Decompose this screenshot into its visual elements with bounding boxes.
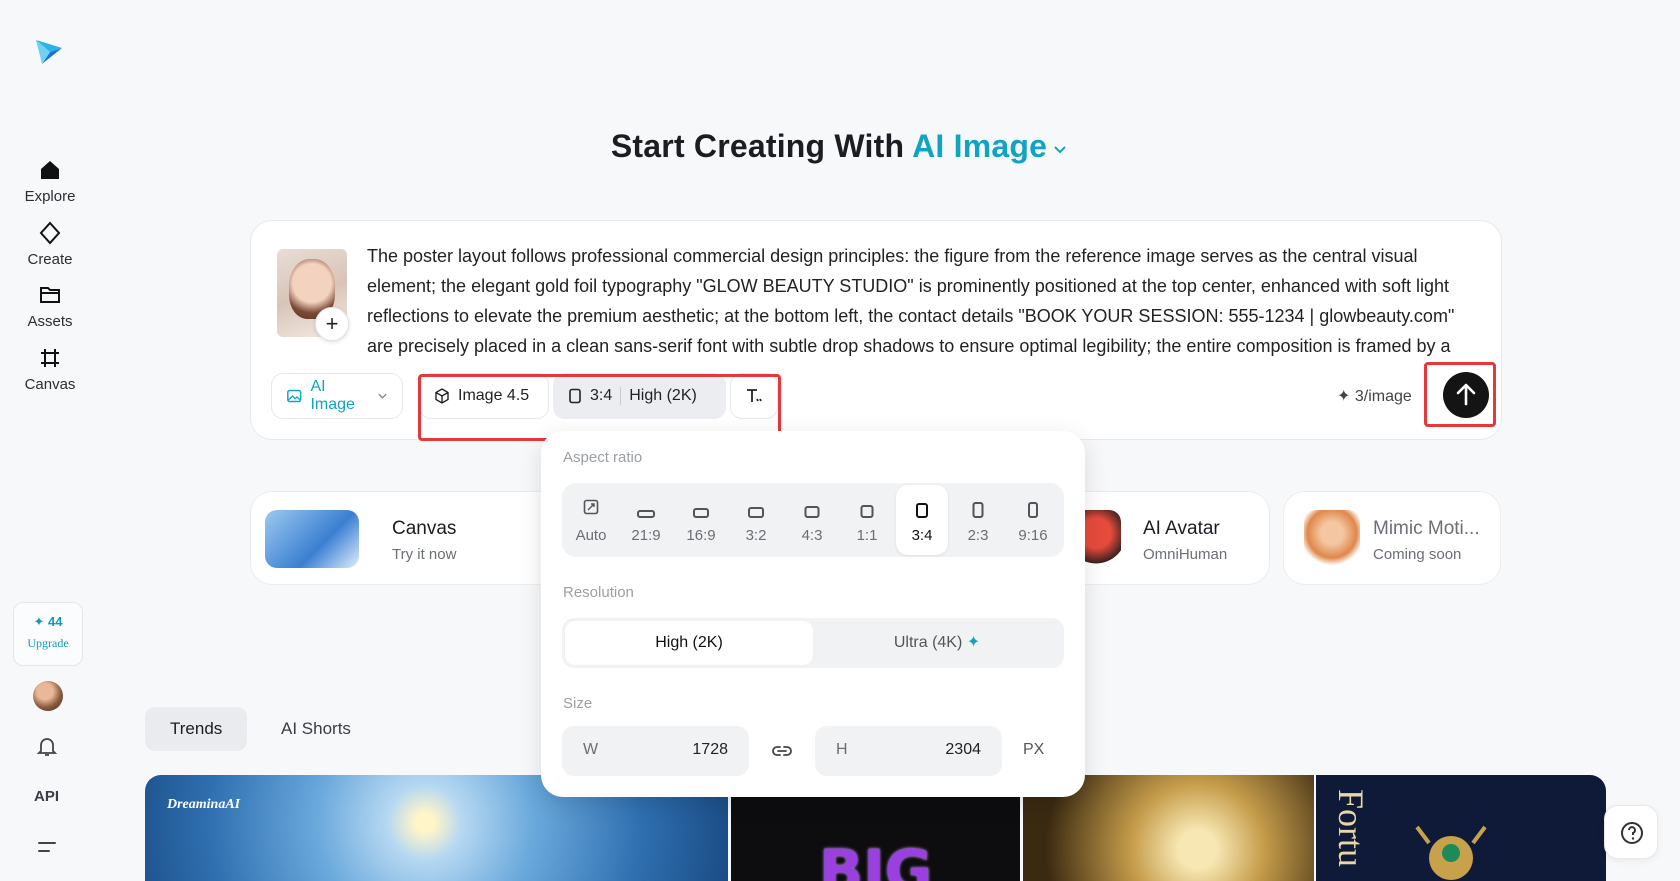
ratio-option-3-4[interactable]: 3:4 [896, 485, 948, 555]
credits-upgrade-box[interactable]: ✦ 44 Upgrade [13, 602, 83, 666]
highlight-generate-box [1424, 362, 1496, 427]
width-value: 1728 [692, 741, 728, 758]
mode-selector-title[interactable]: AI Image [912, 128, 1047, 164]
nav-canvas[interactable]: Canvas [10, 346, 90, 394]
ratio-option-4-3[interactable]: 4:3 [786, 485, 838, 555]
ratio-option-9-16[interactable]: 9:16 [1007, 485, 1059, 555]
feature-subtitle: Coming soon [1373, 546, 1462, 563]
feature-title: Mimic Moti... [1373, 518, 1480, 539]
upgrade-link[interactable]: Upgrade [14, 636, 82, 651]
ratio-option-auto[interactable]: Auto [565, 485, 617, 555]
ratio-option-3-2[interactable]: 3:2 [730, 485, 782, 555]
aspect-ratio-label: Aspect ratio [563, 449, 643, 466]
page-title: Start Creating With AI Image [0, 128, 1680, 165]
width-key: W [583, 741, 599, 758]
image-icon [287, 389, 302, 403]
gallery-brand-label: DreaminaAI [167, 797, 241, 812]
gallery-item[interactable]: Fortu [1316, 775, 1606, 881]
diamond-icon [39, 221, 61, 245]
sparkle-icon: ✦ [966, 634, 981, 651]
nav-create[interactable]: Create [10, 221, 90, 269]
user-avatar[interactable] [33, 681, 63, 711]
ratio-label: 4:3 [801, 527, 823, 544]
auto-ratio-icon [583, 499, 599, 515]
ratio-label: 3:2 [745, 527, 767, 544]
resolution-options: High (2K) Ultra (4K) ✦ [562, 618, 1064, 668]
cost-per-image: ✦ 3/image [1337, 388, 1412, 405]
help-button[interactable] [1604, 805, 1658, 859]
menu-icon[interactable] [36, 838, 58, 856]
prompt-input[interactable]: The poster layout follows professional c… [367, 241, 1477, 361]
ratio-label: 3:4 [911, 527, 933, 544]
resolution-label: Resolution [563, 584, 634, 601]
feature-subtitle: Try it now [392, 546, 457, 563]
tab-ai-shorts[interactable]: AI Shorts [256, 707, 376, 751]
resolution-4k-label: Ultra (4K) [893, 634, 963, 651]
canvas-grid-icon [41, 349, 59, 367]
credits-count: ✦ 44 [33, 614, 63, 629]
question-icon [1621, 822, 1643, 844]
ratio-label: Auto [575, 527, 607, 544]
title-prefix: Start Creating With [610, 128, 905, 164]
ratio-label: 1:1 [856, 527, 878, 544]
nav-assets-label: Assets [27, 313, 73, 330]
unit-label: PX [1023, 741, 1045, 758]
canvas-thumbnail [265, 510, 359, 568]
tab-trends[interactable]: Trends [145, 707, 248, 751]
gallery-big-text: BIG [819, 837, 933, 881]
size-label: Size [563, 695, 593, 712]
mimic-thumbnail [1304, 510, 1360, 568]
height-key: H [836, 741, 848, 758]
width-field[interactable]: W 1728 [562, 726, 749, 776]
nav-explore[interactable]: Explore [10, 158, 90, 206]
ratio-option-1-1[interactable]: 1:1 [841, 485, 893, 555]
feature-title: Canvas [392, 518, 457, 539]
ratio-option-16-9[interactable]: 16:9 [675, 485, 727, 555]
feature-card-mimic-motion[interactable]: Mimic Moti... Coming soon [1283, 491, 1501, 585]
mode-dropdown[interactable]: AI Image [271, 373, 403, 419]
nav-assets[interactable]: Assets [10, 283, 90, 331]
feature-subtitle: OmniHuman [1143, 546, 1228, 563]
ratio-label: 2:3 [967, 527, 989, 544]
add-reference-button[interactable]: + [315, 307, 349, 341]
ratio-resolution-popover: Aspect ratio Auto 21:9 16:9 3:2 4:3 1:1 … [541, 431, 1085, 797]
prompt-card: + The poster layout follows professional… [250, 220, 1502, 441]
nav-canvas-label: Canvas [24, 376, 76, 393]
chevron-down-icon [378, 393, 387, 399]
aspect-ratio-options: Auto 21:9 16:9 3:2 4:3 1:1 3:4 2:3 9:16 [562, 483, 1064, 557]
chevron-down-icon[interactable] [1051, 140, 1069, 158]
beetle-jewel-illustration [1415, 825, 1487, 880]
ratio-option-2-3[interactable]: 2:3 [952, 485, 1004, 555]
height-value: 2304 [945, 741, 981, 758]
folder-icon [40, 287, 60, 303]
dreamina-logo-icon[interactable] [32, 34, 66, 68]
resolution-option-2k[interactable]: High (2K) [565, 621, 813, 665]
nav-create-label: Create [27, 251, 73, 268]
bell-icon[interactable] [35, 734, 59, 758]
nav-explore-label: Explore [24, 188, 76, 205]
ratio-label: 16:9 [686, 527, 716, 544]
ratio-option-21-9[interactable]: 21:9 [620, 485, 672, 555]
ratio-label: 21:9 [631, 527, 661, 544]
feature-title: AI Avatar [1143, 518, 1220, 539]
gallery-fortune-text: Fortu [1331, 789, 1371, 868]
mode-label: AI Image [310, 378, 355, 413]
resolution-option-4k[interactable]: Ultra (4K) ✦ [813, 621, 1061, 665]
ratio-label: 9:16 [1018, 527, 1048, 544]
api-link[interactable]: API [34, 788, 59, 805]
height-field[interactable]: H 2304 [815, 726, 1002, 776]
link-icon[interactable] [770, 739, 794, 763]
